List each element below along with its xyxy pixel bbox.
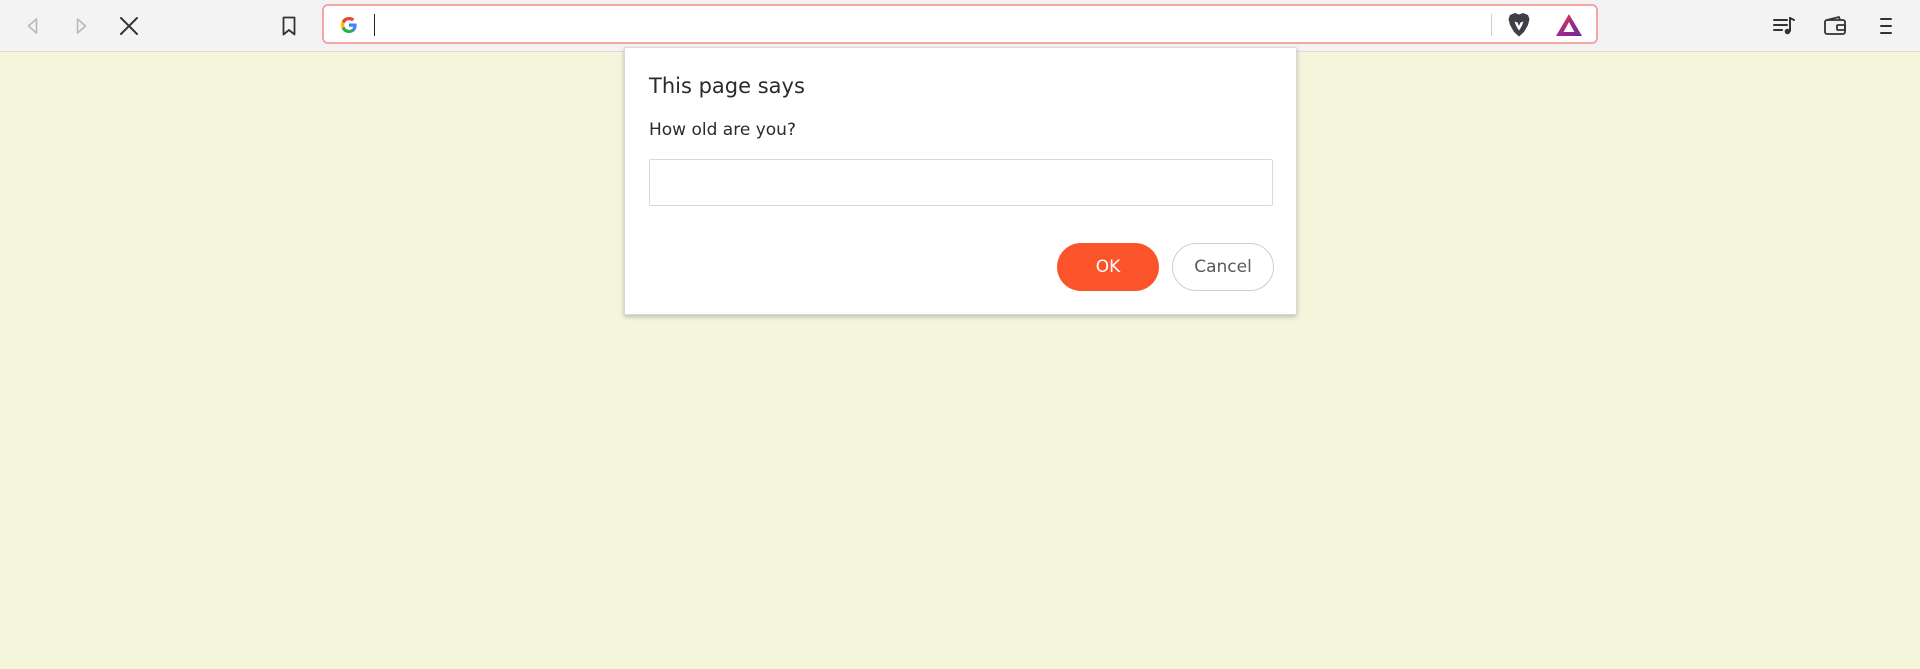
forward-button[interactable]: [62, 7, 100, 45]
wallet-icon: [1824, 16, 1846, 35]
rewards-button[interactable]: [1555, 11, 1583, 39]
stop-button[interactable]: [110, 7, 148, 45]
menu-icon: [1880, 18, 1892, 34]
back-button[interactable]: [14, 7, 52, 45]
omnibox-divider: [1491, 14, 1492, 36]
wallet-button[interactable]: [1816, 7, 1854, 45]
stop-loading-icon: [120, 17, 138, 35]
back-arrow-icon: [27, 18, 38, 34]
dialog-title: This page says: [649, 74, 805, 98]
dialog-message: How old are you?: [649, 120, 796, 140]
google-icon: [341, 17, 357, 33]
playlist-button[interactable]: [1765, 7, 1803, 45]
address-bar[interactable]: [322, 4, 1598, 44]
browser-toolbar: [0, 0, 1920, 52]
playlist-icon: [1773, 17, 1795, 35]
bookmark-button[interactable]: [270, 7, 308, 45]
ok-button[interactable]: OK: [1057, 243, 1159, 291]
prompt-input[interactable]: [649, 159, 1273, 206]
bookmark-icon: [282, 16, 296, 36]
text-cursor: [374, 14, 375, 36]
cancel-button[interactable]: Cancel: [1172, 243, 1274, 291]
brave-rewards-icon: [1556, 14, 1582, 36]
shields-button[interactable]: [1505, 11, 1533, 39]
prompt-dialog: This page says How old are you? OK Cance…: [624, 47, 1297, 315]
forward-arrow-icon: [76, 18, 87, 34]
menu-button[interactable]: [1867, 7, 1905, 45]
address-input[interactable]: [374, 12, 1454, 36]
brave-shields-icon: [1508, 13, 1530, 37]
